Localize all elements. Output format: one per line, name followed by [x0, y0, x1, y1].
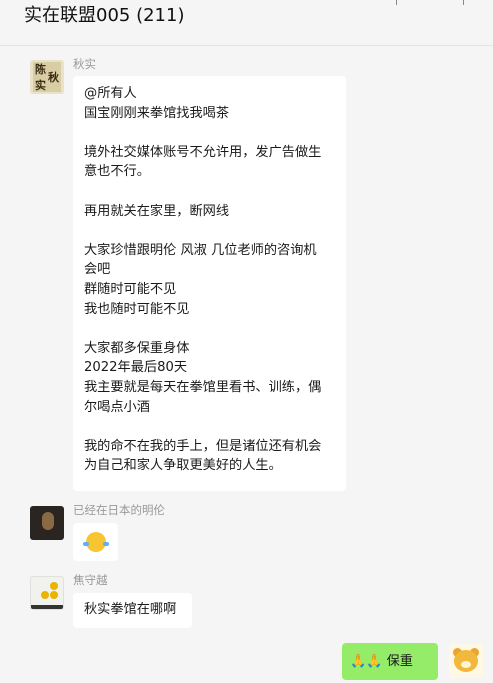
tear-icon: [103, 542, 109, 546]
avatar-dot: [50, 582, 58, 590]
message-line: 大家珍惜跟明伦 风淑 几位老师的咨询机: [84, 242, 317, 258]
message-line: 群随时可能不见: [84, 281, 177, 297]
message-line-blank: [84, 319, 335, 339]
chat-title: 实在联盟005 (211): [24, 5, 185, 26]
message-line: 我主要就是每天在拳馆里看书、训练，偶: [84, 379, 322, 395]
message-line: 国宝刚刚来拳馆找我喝茶: [84, 105, 230, 121]
sender-name: 秋实: [73, 57, 96, 71]
avatar-char: 秋: [48, 71, 59, 84]
sender-name: 焦守越: [73, 573, 108, 587]
folded-hands-icon: 🙏🙏: [350, 654, 383, 669]
my-message-bubble[interactable]: 🙏🙏 保重: [342, 643, 438, 680]
avatar-char: 陈: [35, 63, 46, 76]
my-avatar[interactable]: [449, 644, 483, 678]
tear-icon: [83, 542, 89, 546]
message-line: 再用就关在家里，断网线: [84, 203, 230, 219]
sender-name: 已经在日本的明伦: [73, 503, 165, 517]
message-line-blank: [84, 417, 335, 437]
message-line-blank: [84, 123, 335, 143]
avatar[interactable]: [30, 506, 64, 540]
avatar-bar: [31, 605, 63, 609]
message-line: 大家都多保重身体: [84, 340, 190, 356]
avatar[interactable]: [30, 576, 64, 610]
avatar-dot: [41, 591, 49, 599]
crying-laughing-emoji-icon: [83, 532, 109, 552]
message-line: 我也随时可能不见: [84, 301, 190, 317]
message-line: 尔喝点小酒: [84, 399, 150, 415]
header-divider: [463, 0, 464, 5]
message-line: 我的命不在我的手上，但是诸位还有机会: [84, 438, 322, 454]
message-bubble[interactable]: 秋实拳馆在哪啊: [73, 593, 192, 628]
message-line-blank: [84, 182, 335, 202]
avatar[interactable]: 陈 秋 实: [30, 60, 64, 94]
message-text: 保重: [386, 654, 413, 669]
message-line: 2022年最后80天: [84, 360, 188, 376]
message-line: 秋实拳馆在哪啊: [84, 602, 177, 617]
message-line: @所有人: [84, 86, 137, 101]
avatar-char: 实: [35, 79, 46, 92]
header-divider: [396, 0, 397, 5]
avatar-photo: [42, 512, 54, 530]
message-line: 为自己和家人争取更美好的人生。: [84, 458, 282, 474]
message-line: 会吧: [84, 262, 111, 278]
bear-snout: [461, 661, 471, 668]
message-line: 意也不行。: [84, 164, 150, 180]
message-bubble[interactable]: @所有人 国宝刚刚来拳馆找我喝茶 境外社交媒体账号不允许用，发广告做生 意也不行…: [73, 76, 346, 491]
avatar-dot: [50, 591, 58, 599]
chat-header: 实在联盟005 (211): [0, 0, 493, 46]
message-line-blank: [84, 221, 335, 241]
message-line: 境外社交媒体账号不允许用，发广告做生: [84, 144, 322, 160]
sticker-bubble[interactable]: [73, 523, 118, 561]
